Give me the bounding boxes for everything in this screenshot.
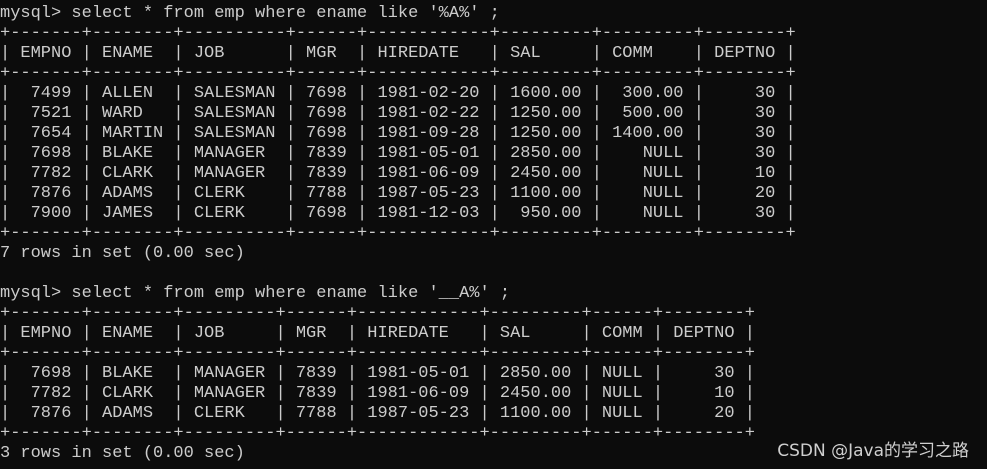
table-2-header: | EMPNO | ENAME | JOB | MGR | HIREDATE |… — [0, 324, 755, 343]
table-1-header-border: +-------+--------+----------+------+----… — [0, 64, 796, 83]
table-row: | 7499 | ALLEN | SALESMAN | 7698 | 1981-… — [0, 84, 796, 103]
table-2-header-border: +-------+--------+---------+------+-----… — [0, 344, 755, 363]
query-1-prompt: mysql> select * from emp where ename lik… — [0, 4, 500, 23]
table-1-header: | EMPNO | ENAME | JOB | MGR | HIREDATE |… — [0, 44, 796, 63]
table-2-top-border: +-------+--------+---------+------+-----… — [0, 304, 755, 323]
table-row: | 7900 | JAMES | CLERK | 7698 | 1981-12-… — [0, 204, 796, 223]
table-row: | 7698 | BLAKE | MANAGER | 7839 | 1981-0… — [0, 144, 796, 163]
csdn-watermark: CSDN @Java的学习之路 — [777, 441, 969, 461]
table-1-top-border: +-------+--------+----------+------+----… — [0, 24, 796, 43]
table-1-bottom-border: +-------+--------+----------+------+----… — [0, 224, 796, 243]
table-row: | 7698 | BLAKE | MANAGER | 7839 | 1981-0… — [0, 364, 755, 383]
table-row: | 7782 | CLARK | MANAGER | 7839 | 1981-0… — [0, 384, 755, 403]
query-2-prompt: mysql> select * from emp where ename lik… — [0, 284, 511, 303]
table-row: | 7782 | CLARK | MANAGER | 7839 | 1981-0… — [0, 164, 796, 183]
table-row: | 7876 | ADAMS | CLERK | 7788 | 1987-05-… — [0, 184, 796, 203]
query-1-result-summary: 7 rows in set (0.00 sec) — [0, 244, 245, 263]
table-row: | 7521 | WARD | SALESMAN | 7698 | 1981-0… — [0, 104, 796, 123]
table-row: | 7654 | MARTIN | SALESMAN | 7698 | 1981… — [0, 124, 796, 143]
terminal-output[interactable]: mysql> select * from emp where ename lik… — [0, 4, 987, 469]
table-row: | 7876 | ADAMS | CLERK | 7788 | 1987-05-… — [0, 404, 755, 423]
